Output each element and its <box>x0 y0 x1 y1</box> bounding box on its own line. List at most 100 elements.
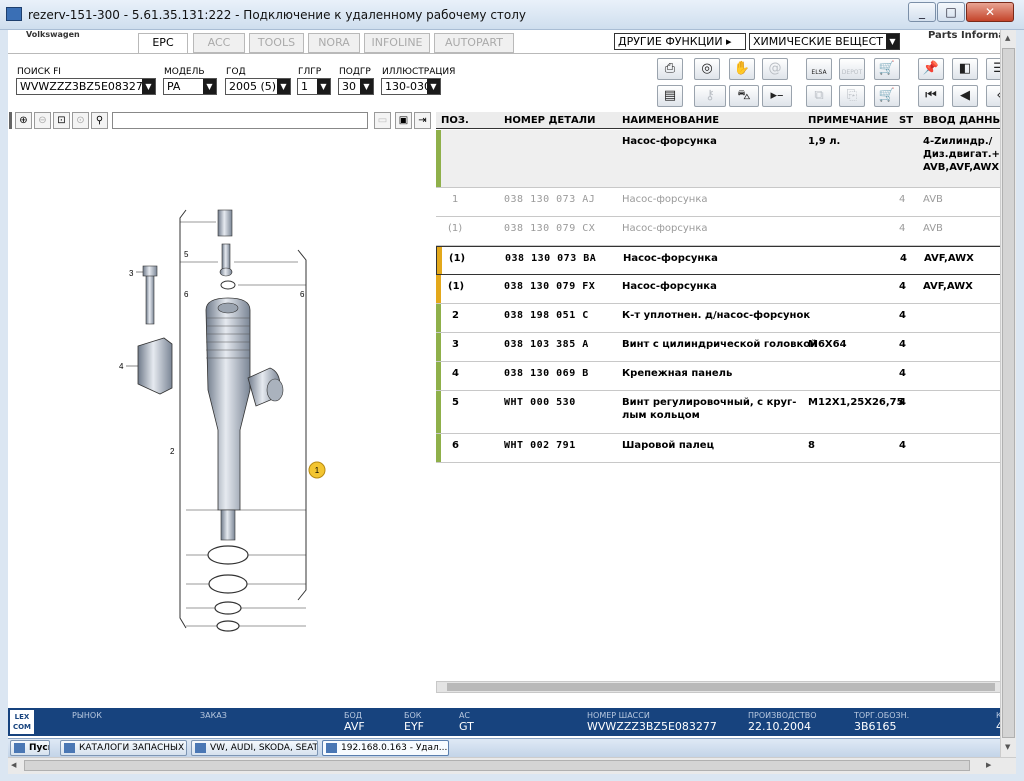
chevron-down-icon[interactable]: ▼ <box>142 79 155 94</box>
scroll-down-icon[interactable]: ▼ <box>1005 743 1010 751</box>
chemicals-dropdown[interactable]: ХИМИЧЕСКИЕ ВЕЩЕСТ ▼ <box>749 33 900 50</box>
scroll-left-icon[interactable]: ◀ <box>11 761 16 769</box>
chevron-down-icon[interactable]: ▼ <box>203 79 216 94</box>
taskbar-item-remote[interactable]: 192.168.0.163 - Удал... <box>322 740 449 756</box>
print-icon[interactable]: ⎙ <box>657 58 683 80</box>
elsa-label: ELSA <box>811 69 827 76</box>
callout-6[interactable]: 6 <box>184 290 189 299</box>
splitter-handle[interactable] <box>9 112 12 129</box>
chevron-down-icon[interactable]: ▼ <box>360 79 373 94</box>
zoom-fit-icon[interactable]: ⊡ <box>53 112 70 129</box>
search-fi-field[interactable]: WVWZZZ3BZ5E08327 ▼ <box>16 78 156 95</box>
key-icon[interactable]: ⚷ <box>694 85 726 107</box>
car-icon[interactable]: ⛍ <box>729 85 759 107</box>
elsa-icon[interactable]: ELSA <box>806 58 832 80</box>
chevron-down-icon[interactable]: ▼ <box>427 79 440 94</box>
search-icon[interactable]: ⚲ <box>91 112 108 129</box>
table-hscroll-thumb[interactable] <box>447 683 995 691</box>
col-st[interactable]: ST <box>899 115 913 126</box>
vscroll-thumb[interactable] <box>1002 48 1015 738</box>
vertical-scrollbar[interactable]: ▲ ▼ <box>1000 30 1016 757</box>
callout-4[interactable]: 4 <box>119 362 124 371</box>
depot-icon[interactable]: DEPOT <box>839 58 865 80</box>
callout-1[interactable]: 1 <box>315 466 320 475</box>
tab-acc[interactable]: ACC <box>193 33 245 53</box>
table-row[interactable]: Насос-форсунка 1,9 л. 4-Zилиндр./ Диз.дв… <box>436 130 1008 188</box>
other-functions-menu[interactable]: ДРУГИЕ ФУНКЦИИ ▸ <box>614 33 746 50</box>
zoom-area-icon[interactable]: ⊙ <box>72 112 89 129</box>
col-pos[interactable]: ПОЗ. <box>441 115 469 126</box>
catalog-icon[interactable]: ◎ <box>694 58 720 80</box>
table-row[interactable]: 3 038 103 385 A Винт с цилиндрической го… <box>436 333 1008 362</box>
illustration-select[interactable]: 130-030 ▼ <box>381 78 441 95</box>
layout-icon[interactable]: ▣ <box>395 112 412 129</box>
callout-3[interactable]: 3 <box>129 269 134 278</box>
prev-page-icon[interactable]: ◀ <box>952 85 978 107</box>
glgr-select[interactable]: 1 ▼ <box>297 78 331 95</box>
chevron-down-icon[interactable]: ▼ <box>886 34 899 49</box>
row-st: 4 <box>899 194 906 205</box>
taskbar-label: 192.168.0.163 - Удал... <box>341 743 448 753</box>
col-part-number[interactable]: НОМЕР ДЕТАЛИ <box>504 115 595 126</box>
tab-autopart[interactable]: AUTOPART <box>434 33 514 53</box>
row-input: AVB <box>923 194 943 205</box>
taskbar-item-vw[interactable]: VW, AUDI, SKODA, SEAT <box>191 740 318 756</box>
zoom-out-icon[interactable]: ⊖ <box>34 112 51 129</box>
minimize-button[interactable]: _ <box>908 2 936 22</box>
tab-infoline[interactable]: INFOLINE <box>364 33 430 53</box>
table-row[interactable]: 1 038 130 073 AJ Насос-форсунка 4 AVB <box>436 188 1008 217</box>
row-input: AVF,AWX <box>924 253 974 264</box>
col-note[interactable]: ПРИМЕЧАНИЕ <box>808 115 888 126</box>
tab-nora[interactable]: NORA <box>308 33 360 53</box>
col-name[interactable]: НАИМЕНОВАНИЕ <box>622 115 719 126</box>
col-input[interactable]: ВВОД ДАННЫХ <box>923 115 1008 126</box>
table-hscrollbar[interactable] <box>436 681 1008 693</box>
play-minus-icon[interactable]: ▸– <box>762 85 792 107</box>
table-row[interactable]: (1) 038 130 079 FX Насос-форсунка 4 AVF,… <box>436 275 1008 304</box>
maximize-button[interactable]: □ <box>937 2 965 22</box>
hscroll-thumb[interactable] <box>24 760 970 771</box>
callout-6-right[interactable]: 6 <box>300 290 305 299</box>
notes-icon[interactable]: ◧ <box>952 58 978 80</box>
split-view-icon[interactable]: ⇥ <box>414 112 431 129</box>
table-row[interactable]: 5 WHT 000 530 Винт регулировочный, с кру… <box>436 391 1008 434</box>
pin-icon[interactable]: 📌 <box>918 58 944 80</box>
tab-epc[interactable]: EPC <box>138 33 188 54</box>
table-row[interactable]: 6 WHT 002 791 Шаровой палец 8 4 <box>436 434 1008 463</box>
taskbar-item-catalogs[interactable]: КАТАЛОГИ ЗАПАСНЫХ ... <box>60 740 187 756</box>
handshake-icon[interactable]: ✋ <box>729 58 755 80</box>
scroll-up-icon[interactable]: ▲ <box>1005 34 1010 42</box>
horizontal-scrollbar[interactable]: ◀ ▶ <box>8 757 1016 774</box>
copy-icon[interactable]: ⎘ <box>839 85 865 107</box>
first-page-icon[interactable]: ⏮ <box>918 85 944 107</box>
year-select[interactable]: 2005 (5) ▼ <box>225 78 291 95</box>
table-row[interactable]: (1) 038 130 079 CX Насос-форсунка 4 AVB <box>436 217 1008 246</box>
window-titlebar[interactable]: rezerv-151-300 - 5.61.35.131:222 - Подкл… <box>0 0 1024 30</box>
table-row[interactable]: 4 038 130 069 B Крепежная панель 4 <box>436 362 1008 391</box>
table-row[interactable]: 2 038 198 051 C К-т уплотнен. д/насос-фо… <box>436 304 1008 333</box>
zoom-in-icon[interactable]: ⊕ <box>15 112 32 129</box>
cart-export-icon[interactable]: 🛒 <box>874 58 900 80</box>
close-button[interactable]: ✕ <box>966 2 1014 22</box>
chevron-down-icon[interactable]: ▼ <box>317 79 330 94</box>
row-part-number: 038 130 079 CX <box>504 223 596 234</box>
email-help-icon[interactable]: @ <box>762 58 788 80</box>
chevron-down-icon[interactable]: ▼ <box>277 79 290 94</box>
compare-icon[interactable]: ⧉ <box>806 85 832 107</box>
podgr-select[interactable]: 30 ▼ <box>338 78 374 95</box>
parts-table-header: ПОЗ. НОМЕР ДЕТАЛИ НАИМЕНОВАНИЕ ПРИМЕЧАНИ… <box>436 112 1008 129</box>
cart-icon[interactable]: 🛒 <box>874 85 900 107</box>
row-name: К-т уплотнен. д/насос-форсунок <box>622 310 811 321</box>
row-st: 4 <box>899 310 906 321</box>
model-select[interactable]: PA ▼ <box>163 78 217 95</box>
scroll-right-icon[interactable]: ▶ <box>986 761 991 769</box>
table-row[interactable]: (1) 038 130 073 BA Насос-форсунка 4 AVF,… <box>436 246 1008 275</box>
hotspot-icon[interactable]: ▭ <box>374 112 391 129</box>
callout-5[interactable]: 5 <box>184 250 189 259</box>
callout-2[interactable]: 2 <box>170 447 175 456</box>
illustration-search-input[interactable] <box>112 112 368 129</box>
start-button[interactable]: Пуск <box>10 740 50 756</box>
table-view-icon[interactable]: ▤ <box>657 85 683 107</box>
row-pos: (1) <box>448 281 465 292</box>
tab-tools[interactable]: TOOLS <box>249 33 304 53</box>
